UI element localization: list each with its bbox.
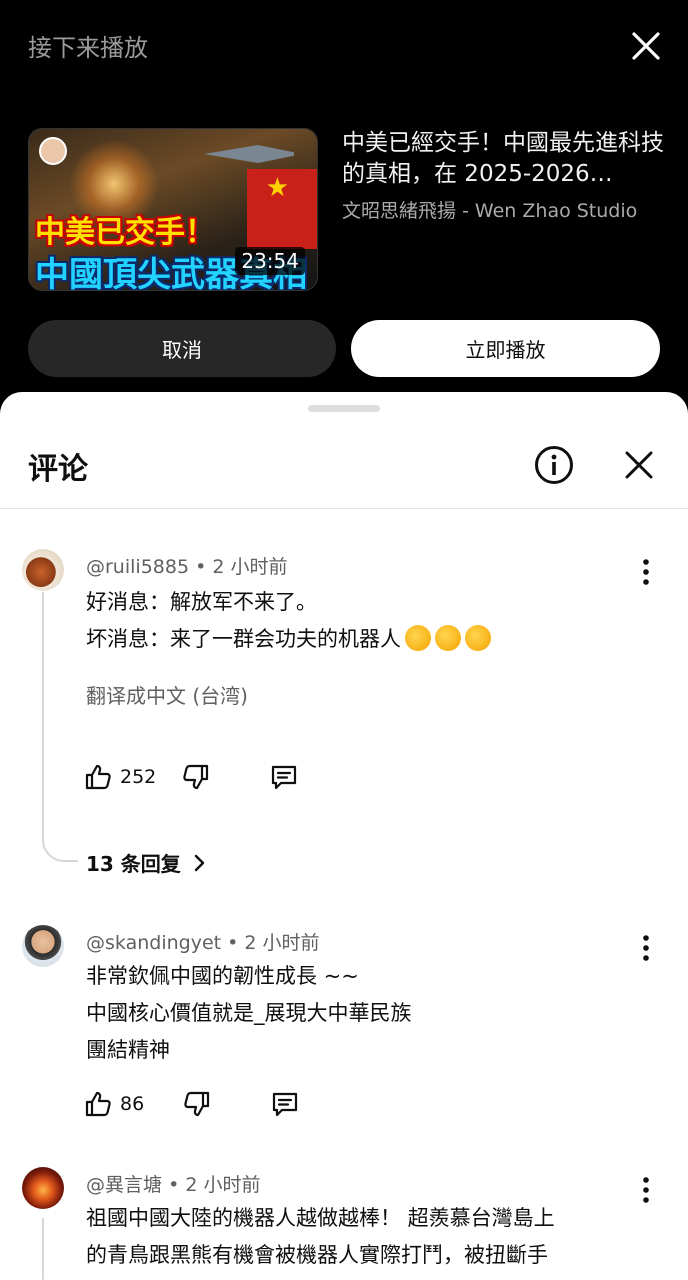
- like-count: 86: [120, 1093, 145, 1115]
- comment-time: 2 小时前: [212, 556, 288, 578]
- rofl-emoji-icon: [435, 625, 461, 651]
- comment-line: 中國核心價值就是_展現大中華民族: [86, 1001, 412, 1025]
- more-options-icon[interactable]: [636, 557, 656, 587]
- thumbs-down-icon: [184, 1091, 210, 1117]
- thumbs-down-icon: [183, 764, 209, 790]
- divider: [0, 508, 688, 509]
- thread-line: [42, 1218, 78, 1280]
- info-icon[interactable]: [533, 444, 575, 486]
- comment-line: 祖國中國大陸的機器人越做越棒！ 超羨慕台灣島上: [86, 1206, 555, 1230]
- avatar[interactable]: [22, 549, 64, 591]
- cancel-button[interactable]: 取消: [28, 320, 336, 377]
- avatar[interactable]: [22, 925, 64, 967]
- comment-author[interactable]: @ruili5885: [86, 556, 189, 578]
- comment-line: 的青鳥跟黑熊有機會被機器人實際打鬥，被扭斷手: [86, 1243, 548, 1267]
- comment-meta: @ruili5885 • 2 小时前: [86, 552, 287, 579]
- comments-title: 评论: [28, 452, 88, 487]
- comment-meta: @異言塘 • 2 小时前: [86, 1170, 260, 1197]
- meta-separator: •: [195, 556, 213, 578]
- avatar[interactable]: [22, 1167, 64, 1209]
- drag-handle[interactable]: [308, 405, 380, 412]
- comment-line: 坏消息：来了一群会功夫的机器人: [86, 627, 401, 651]
- comment-actions: 252: [84, 761, 298, 793]
- comment-line-with-emoji: 坏消息：来了一群会功夫的机器人: [86, 621, 646, 658]
- comment-author[interactable]: @skandingyet: [86, 932, 221, 954]
- up-next-label: 接下来播放: [28, 34, 148, 62]
- comment-line: 非常欽佩中國的韌性成長 ~~: [86, 964, 359, 988]
- jet-icon: [204, 145, 294, 163]
- comment-time: 2 小时前: [185, 1174, 261, 1196]
- close-icon[interactable]: [626, 26, 666, 66]
- rofl-emoji-icon: [465, 625, 491, 651]
- meta-separator: •: [168, 1174, 186, 1196]
- thumbnail-avatar: [39, 137, 67, 165]
- up-next-channel: 文昭思緒飛揚 - Wen Zhao Studio: [342, 200, 638, 222]
- thread-line: [42, 592, 78, 862]
- like-count: 252: [120, 766, 157, 788]
- comment-line: 團結精神: [86, 1038, 170, 1062]
- like-button[interactable]: 86: [84, 1088, 144, 1120]
- like-button[interactable]: 252: [84, 761, 156, 793]
- reply-button[interactable]: [271, 1088, 299, 1120]
- comment-author[interactable]: @異言塘: [86, 1174, 162, 1196]
- flag-star-icon: ★: [265, 173, 289, 203]
- comment-time: 2 小时前: [244, 932, 320, 954]
- comments-sheet: 评论 @ruili5885 • 2 小时前 好消息：解放军不来了。 坏消息：来了…: [0, 392, 688, 1280]
- view-replies-button[interactable]: 13 条回复: [86, 848, 209, 877]
- up-next-thumbnail[interactable]: ★ 中美已交手！ 中國頂尖武器真相 23:54: [28, 128, 318, 291]
- replies-count: 13 条回复: [86, 852, 181, 876]
- thumbs-up-icon: [85, 1091, 111, 1117]
- video-duration: 23:54: [235, 247, 305, 275]
- comment-text: 非常欽佩中國的韌性成長 ~~ 中國核心價值就是_展現大中華民族 團結精神: [86, 958, 646, 1069]
- chevron-right-icon: [194, 854, 204, 871]
- up-next-video-title[interactable]: 中美已經交手！中國最先進科技的真相，在 2025-2026…: [342, 128, 664, 190]
- thumbnail-headline: 中美已交手！: [35, 215, 215, 250]
- rofl-emoji-icon: [405, 625, 431, 651]
- comment-meta: @skandingyet • 2 小时前: [86, 928, 320, 955]
- comment-text: 好消息：解放军不来了。 坏消息：来了一群会功夫的机器人: [86, 584, 646, 658]
- play-now-button[interactable]: 立即播放: [351, 320, 660, 377]
- comment-line: 好消息：解放军不来了。: [86, 590, 317, 614]
- translate-link[interactable]: 翻译成中文 (台湾): [86, 680, 248, 709]
- reply-icon: [272, 765, 297, 790]
- reply-button[interactable]: [270, 761, 298, 793]
- reply-icon: [273, 1092, 298, 1117]
- meta-separator: •: [227, 932, 245, 954]
- comment-actions: 86: [84, 1088, 299, 1120]
- thumbs-up-icon: [85, 764, 111, 790]
- close-icon[interactable]: [620, 446, 658, 484]
- comment-text: 祖國中國大陸的機器人越做越棒！ 超羨慕台灣島上 的青鳥跟黑熊有機會被機器人實際打…: [86, 1200, 646, 1274]
- dislike-button[interactable]: [182, 761, 210, 793]
- dislike-button[interactable]: [183, 1088, 211, 1120]
